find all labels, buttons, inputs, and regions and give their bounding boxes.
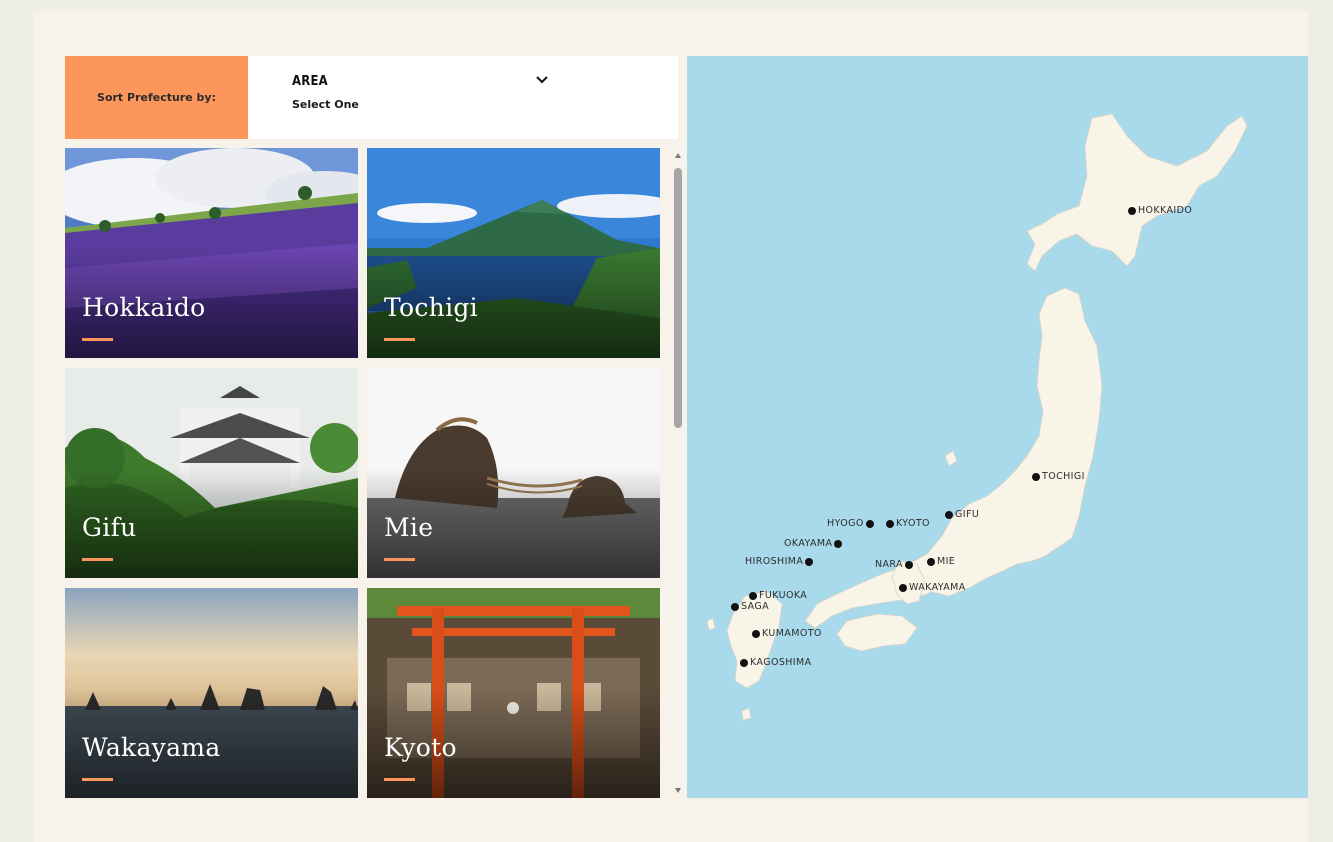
map-marker-dot (865, 519, 874, 528)
scroll-up-arrow-icon[interactable] (674, 152, 682, 160)
map-pin-label: KYOTO (896, 518, 930, 529)
map-pin-label: TOCHIGI (1042, 471, 1085, 482)
map-pin-tochigi[interactable]: TOCHIGI (1032, 471, 1087, 482)
map-marker-dot (740, 658, 748, 667)
card-title: Kyoto (384, 733, 457, 762)
map-pin-hokkaido[interactable]: HOKKAIDO (1128, 205, 1194, 216)
map-pin-hyogo[interactable]: HYOGO (825, 518, 874, 529)
scrollbar-thumb[interactable] (674, 168, 682, 428)
map-pin-label: GIFU (955, 509, 980, 520)
map-pin-gifu[interactable]: GIFU (945, 509, 981, 520)
card-accent-bar (384, 338, 415, 341)
map-marker-dot (927, 557, 935, 566)
japan-landmass (706, 113, 1248, 721)
map-marker-dot (731, 602, 739, 611)
map-pin-wakayama[interactable]: WAKAYAMA (899, 582, 968, 593)
map-marker-dot (1128, 206, 1136, 215)
area-select-value: Select One (292, 98, 359, 111)
map-marker-dot (899, 583, 907, 592)
map-pin-saga[interactable]: SAGA (731, 601, 771, 612)
map-pin-label: HIROSHIMA (745, 556, 804, 567)
map-pin-kagoshima[interactable]: KAGOSHIMA (740, 657, 814, 668)
card-title: Mie (384, 513, 434, 542)
map-pin-label: HOKKAIDO (1138, 205, 1193, 216)
map-marker-dot (886, 519, 894, 528)
card-accent-bar (82, 338, 113, 341)
card-accent-bar (384, 778, 415, 781)
prefecture-card-tochigi[interactable]: Tochigi (367, 148, 660, 358)
map-marker-dot (752, 629, 760, 638)
map-marker-dot (834, 539, 843, 548)
map-pin-mie[interactable]: MIE (927, 556, 957, 567)
card-title: Wakayama (82, 733, 221, 762)
grid-scrollbar[interactable] (672, 148, 684, 798)
prefecture-grid: Hokkaido Tochigi Gifu Mie Wakayama Kyoto (65, 148, 663, 798)
map-pin-label: MIE (937, 556, 956, 567)
map-pin-label: HYOGO (827, 518, 864, 529)
card-title: Gifu (82, 513, 137, 542)
map-marker-dot (805, 557, 814, 566)
card-title: Tochigi (384, 293, 478, 322)
map-marker-dot (749, 591, 757, 600)
japan-map: HOKKAIDO TOCHIGI GIFU HYOGO KYOTO OKAYAM… (687, 56, 1308, 798)
map-pin-label: FUKUOKA (759, 590, 808, 601)
map-pin-kumamoto[interactable]: KUMAMOTO (752, 628, 824, 639)
chevron-down-icon[interactable] (534, 74, 550, 86)
map-pin-label: NARA (875, 559, 903, 570)
card-accent-bar (82, 558, 113, 561)
card-title: Hokkaido (82, 293, 206, 322)
map-pin-nara[interactable]: NARA (873, 559, 913, 570)
scroll-down-arrow-icon[interactable] (674, 786, 682, 794)
map-marker-dot (945, 510, 953, 519)
map-pin-fukuoka[interactable]: FUKUOKA (749, 590, 809, 601)
map-marker-dot (1032, 472, 1040, 481)
sort-bar: Sort Prefecture by: AREA Select One (65, 56, 678, 139)
map-marker-dot (904, 560, 913, 569)
map-pin-kyoto[interactable]: KYOTO (886, 518, 932, 529)
map-pin-okayama[interactable]: OKAYAMA (782, 538, 843, 549)
prefecture-card-wakayama[interactable]: Wakayama (65, 588, 358, 798)
sort-label: Sort Prefecture by: (65, 56, 248, 139)
map-pin-hiroshima[interactable]: HIROSHIMA (743, 556, 814, 567)
prefecture-card-hokkaido[interactable]: Hokkaido (65, 148, 358, 358)
area-select-title: AREA (292, 74, 328, 89)
map-pin-label: WAKAYAMA (909, 582, 966, 593)
prefecture-card-gifu[interactable]: Gifu (65, 368, 358, 578)
card-accent-bar (82, 778, 113, 781)
area-select-dropdown[interactable]: AREA Select One (248, 56, 678, 139)
map-pin-label: KUMAMOTO (762, 628, 822, 639)
map-pin-label: SAGA (741, 601, 769, 612)
prefecture-card-kyoto[interactable]: Kyoto (367, 588, 660, 798)
prefecture-card-mie[interactable]: Mie (367, 368, 660, 578)
map-pin-label: KAGOSHIMA (750, 657, 812, 668)
card-accent-bar (384, 558, 415, 561)
map-pin-label: OKAYAMA (784, 538, 833, 549)
